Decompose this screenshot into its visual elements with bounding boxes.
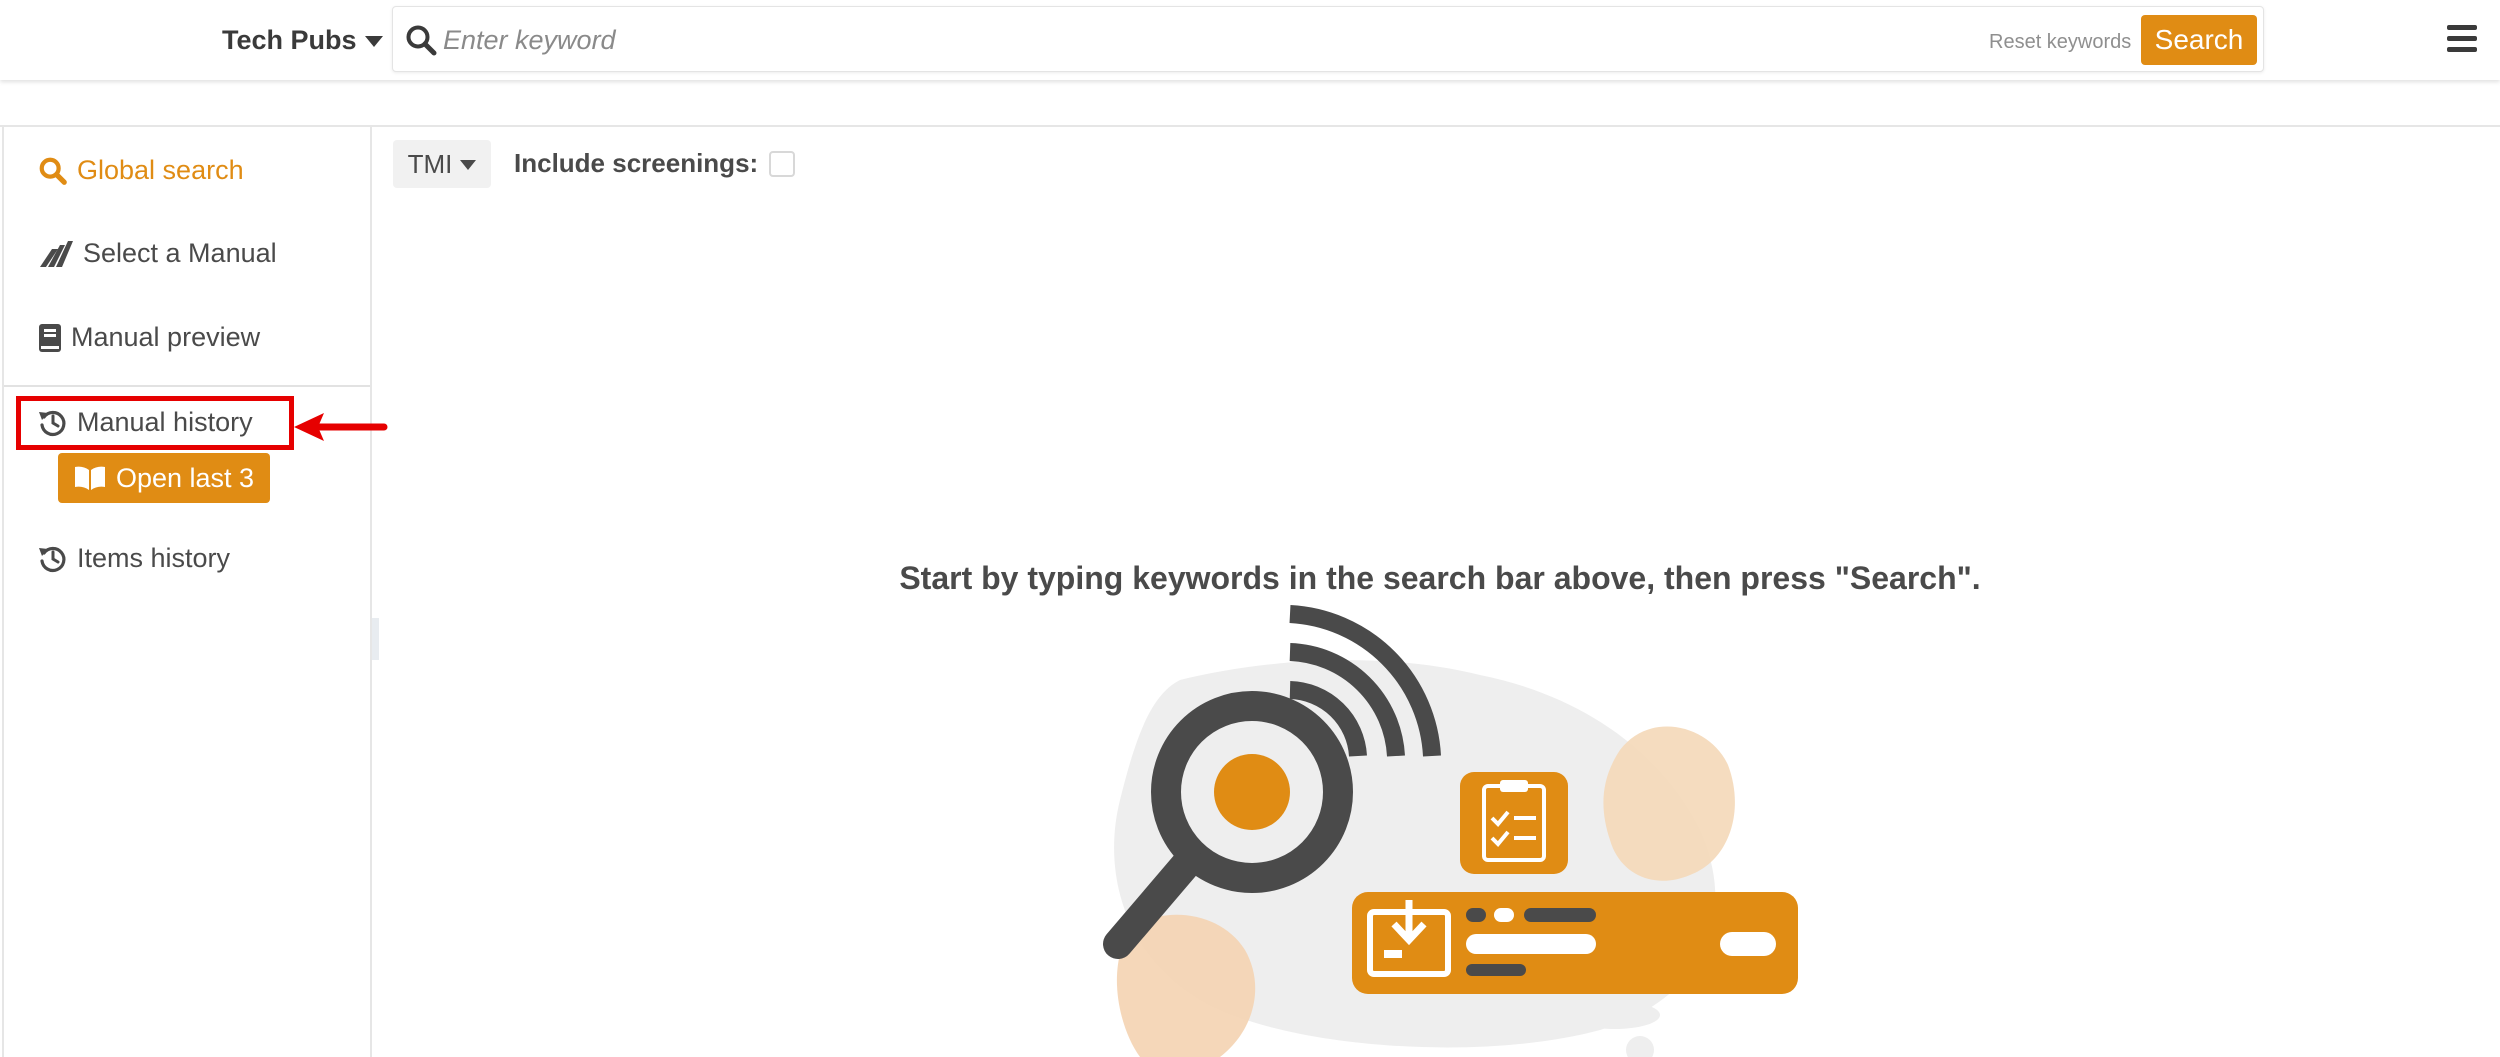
sidebar-resize-handle[interactable] — [372, 618, 379, 660]
annotation-arrow-icon — [294, 413, 388, 441]
sidebar-item-label: Global search — [77, 155, 244, 185]
search-input[interactable] — [443, 17, 1863, 63]
sidebar: Global search Select a Manual Manual pre… — [2, 127, 372, 1057]
sidebar-item-items-history[interactable]: Items history — [38, 543, 230, 574]
search-icon — [39, 157, 67, 185]
search-icon — [406, 25, 437, 56]
menu-icon[interactable] — [2447, 25, 2477, 53]
open-book-icon — [74, 466, 105, 490]
sidebar-item-label: Select a Manual — [83, 238, 277, 268]
book-icon — [39, 323, 61, 352]
sidebar-item-label: Manual preview — [71, 322, 261, 352]
open-last-label: Open last 3 — [115, 462, 255, 493]
sidebar-item-label: Items history — [77, 543, 231, 573]
history-icon — [39, 546, 66, 572]
caret-down-icon — [364, 35, 383, 47]
top-header: Tech Pubs Reset keywords Search — [0, 0, 2500, 80]
sidebar-divider — [4, 385, 370, 387]
search-illustration — [1103, 605, 1798, 1057]
sidebar-item-select-manual[interactable]: Select a Manual — [38, 238, 277, 269]
include-screenings-label: Include screenings: — [514, 148, 759, 178]
caret-down-icon — [460, 160, 477, 170]
sidebar-item-global-search[interactable]: Global search — [38, 155, 244, 186]
reset-keywords-link[interactable]: Reset keywords — [1989, 31, 2131, 54]
manual-type-dropdown[interactable]: TMI — [393, 140, 491, 188]
product-dropdown[interactable]: Tech Pubs — [222, 22, 383, 58]
open-last-3-button[interactable]: Open last 3 — [58, 453, 270, 503]
search-button[interactable]: Search — [2141, 15, 2257, 65]
sidebar-item-manual-preview[interactable]: Manual preview — [38, 322, 260, 353]
include-screenings-checkbox[interactable] — [769, 151, 795, 177]
plane-icon — [40, 240, 73, 267]
empty-state-message: Start by typing keywords in the search b… — [899, 560, 1981, 596]
search-bar: Reset keywords Search — [392, 6, 2264, 72]
annotation-highlight-box — [16, 396, 294, 450]
product-label: Tech Pubs — [222, 24, 357, 55]
content-divider — [0, 125, 2500, 127]
manual-type-selected: TMI — [407, 148, 453, 179]
